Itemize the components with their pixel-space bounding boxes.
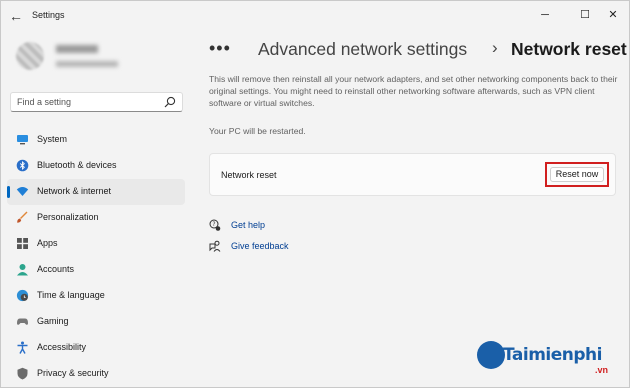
sidebar-item-label: Personalization [37,212,99,222]
gamepad-icon [17,318,28,325]
account-email-redacted [56,61,118,67]
account-name-redacted [56,45,98,53]
sidebar-item-label: Privacy & security [37,368,109,378]
restart-note: Your PC will be restarted. [209,126,306,136]
sidebar-item-bluetooth[interactable]: Bluetooth & devices [7,153,185,179]
brush-icon [17,211,28,223]
sidebar-nav: System Bluetooth & devices Network & int… [7,127,185,387]
svg-text:?: ? [212,221,215,228]
globe-clock-icon [16,289,29,302]
network-reset-card: Network reset Reset now [209,153,616,196]
breadcrumb-more-button[interactable]: ••• [209,37,231,59]
reset-description: This will remove then reinstall all your… [209,74,618,108]
breadcrumb-parent-link[interactable]: Advanced network settings [258,38,467,60]
help-icon: ? [209,219,221,231]
sidebar-item-label: Network & internet [37,186,112,196]
sidebar-item-privacy-security[interactable]: Privacy & security [7,361,185,387]
card-label: Network reset [221,170,277,180]
monitor-icon [17,135,28,145]
sidebar-item-label: Accounts [37,264,75,274]
sidebar-item-system[interactable]: System [7,127,185,153]
minimize-icon[interactable]: ─ [531,5,559,25]
search-icon[interactable] [164,96,176,108]
wifi-icon [16,187,29,196]
page-title: Network reset [511,39,627,59]
sidebar-item-label: System [37,134,68,144]
sidebar-item-personalization[interactable]: Personalization [7,205,185,231]
maximize-icon[interactable]: ☐ [571,5,599,25]
search-input[interactable] [17,95,157,109]
bluetooth-icon [16,159,29,172]
watermark-brand: Taimienphi [503,345,602,365]
watermark-logo: Taimienphi .vn [477,339,627,385]
person-icon [17,264,28,276]
settings-window: ← Settings ─ ☐ ✕ System Bluetooth & devi [0,0,630,388]
give-feedback-label[interactable]: Give feedback [231,241,289,251]
feedback-icon [209,240,221,252]
sidebar-item-accounts[interactable]: Accounts [7,257,185,283]
search-box[interactable] [10,92,183,112]
get-help-label[interactable]: Get help [231,220,265,230]
sidebar-item-label: Accessibility [37,342,87,352]
app-title: Settings [32,10,65,20]
sidebar-item-accessibility[interactable]: Accessibility [7,335,185,361]
avatar[interactable] [16,42,44,70]
back-arrow-icon[interactable]: ← [9,8,25,24]
sidebar-item-network[interactable]: Network & internet [7,179,185,205]
close-icon[interactable]: ✕ [599,5,627,25]
sidebar-item-label: Bluetooth & devices [37,160,117,170]
shield-icon [17,367,28,380]
sidebar-item-time-language[interactable]: Time & language [7,283,185,309]
accessibility-icon [17,341,28,354]
sidebar-item-apps[interactable]: Apps [7,231,185,257]
sidebar-item-label: Apps [37,238,58,248]
apps-icon [17,238,28,249]
sidebar-item-label: Gaming [37,316,69,326]
breadcrumb-separator: › [492,38,498,57]
reset-now-button[interactable]: Reset now [550,167,604,182]
sidebar-item-gaming[interactable]: Gaming [7,309,185,335]
sidebar-item-label: Time & language [37,290,105,300]
title-bar: ← Settings ─ ☐ ✕ [1,1,629,31]
watermark-circle [477,341,505,369]
highlight-box: Reset now [545,162,609,187]
watermark-suffix: .vn [595,365,609,375]
